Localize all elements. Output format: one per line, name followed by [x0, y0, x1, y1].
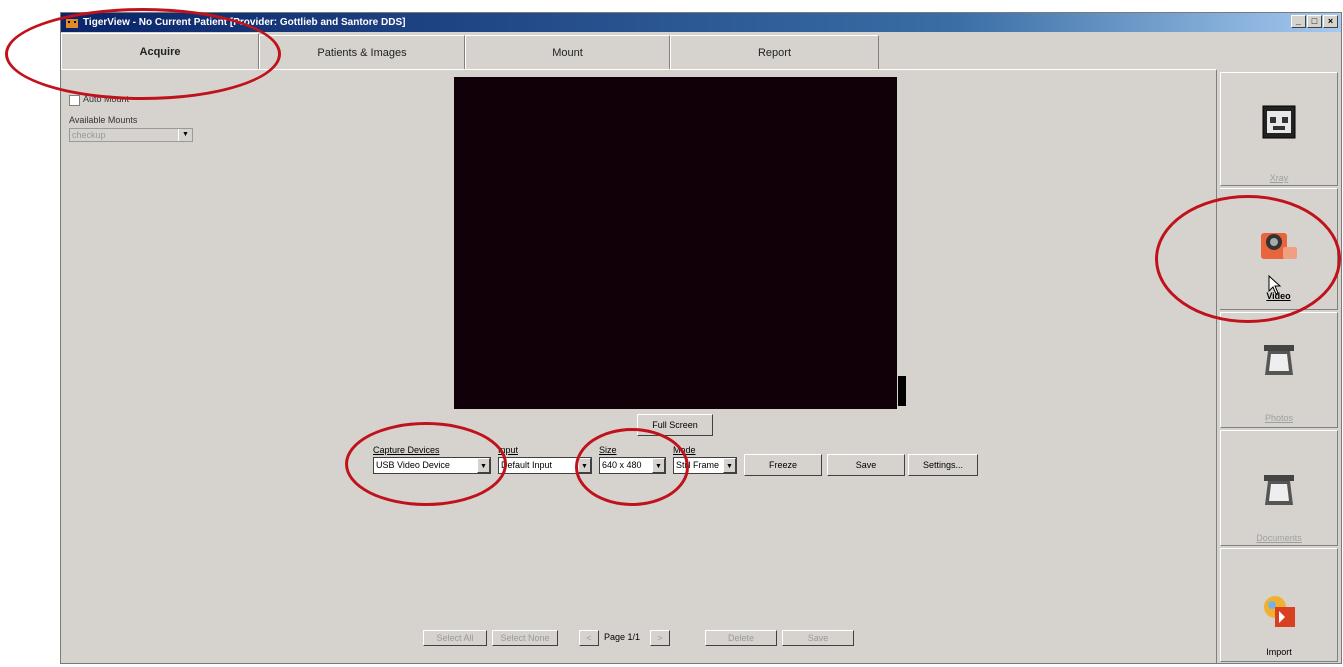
sidebar-item-xray-label: Xray: [1269, 173, 1289, 183]
pager-save-button[interactable]: Save: [782, 630, 854, 646]
video-preview: [454, 77, 897, 409]
available-mounts-label: Available Mounts: [69, 115, 138, 125]
minimize-button[interactable]: _: [1291, 15, 1306, 28]
capture-devices-select[interactable]: USB Video Device ▼: [373, 457, 491, 474]
prev-page-button[interactable]: <: [579, 630, 599, 646]
chevron-down-icon: ▼: [178, 129, 192, 141]
chevron-down-icon: ▼: [477, 458, 490, 473]
mode-select[interactable]: Still Frame ▼: [673, 457, 737, 474]
sidebar-item-documents[interactable]: Documents: [1220, 430, 1338, 546]
chevron-down-icon: ▼: [652, 458, 665, 473]
size-value: 640 x 480: [602, 460, 642, 470]
main-tabs: Acquire Patients & Images Mount Report: [61, 32, 1341, 70]
input-label: Input: [498, 445, 519, 455]
maximize-button[interactable]: □: [1307, 15, 1322, 28]
freeze-button[interactable]: Freeze: [744, 454, 822, 476]
tab-mount[interactable]: Mount: [465, 35, 670, 69]
available-mounts-select[interactable]: checkup ▼: [69, 128, 193, 142]
xray-film-icon: [1262, 105, 1296, 139]
mode-value: Still Frame: [676, 460, 720, 470]
auto-mount-label: Auto Mount: [83, 94, 130, 104]
input-select[interactable]: Default Input ▼: [498, 457, 592, 474]
size-label: Size: [599, 445, 617, 455]
mouse-cursor-icon: [1268, 275, 1282, 295]
input-value: Default Input: [501, 460, 553, 470]
tab-divider: [61, 69, 1216, 70]
tab-patients-images[interactable]: Patients & Images: [259, 35, 465, 69]
tigerview-window: TigerView - No Current Patient [Provider…: [60, 12, 1342, 664]
delete-button[interactable]: Delete: [705, 630, 777, 646]
capture-devices-value: USB Video Device: [376, 460, 450, 470]
tab-acquire[interactable]: Acquire: [61, 33, 259, 70]
sidebar-item-photos-label: Photos: [1264, 413, 1294, 423]
sidebar-item-photos[interactable]: Photos: [1220, 312, 1338, 428]
sidebar-item-import[interactable]: Import: [1220, 548, 1338, 662]
preview-scroll-edge: [898, 376, 906, 406]
select-all-button[interactable]: Select All: [423, 630, 487, 646]
close-button[interactable]: ×: [1323, 15, 1338, 28]
full-screen-button[interactable]: Full Screen: [637, 414, 713, 436]
video-camera-icon: [1260, 233, 1297, 259]
chevron-down-icon: ▼: [723, 458, 736, 473]
mount-options-panel: Auto Mount Available Mounts checkup ▼: [61, 75, 201, 175]
import-icon: [1264, 596, 1295, 627]
sidebar-item-import-label: Import: [1266, 647, 1292, 657]
available-mounts-value: checkup: [72, 130, 106, 140]
size-select[interactable]: 640 x 480 ▼: [599, 457, 666, 474]
window-title: TigerView - No Current Patient [Provider…: [83, 17, 406, 28]
photo-scanner-icon: [1264, 345, 1294, 375]
select-none-button[interactable]: Select None: [492, 630, 558, 646]
save-button[interactable]: Save: [827, 454, 905, 476]
mode-label: Mode: [673, 445, 696, 455]
chevron-down-icon: ▼: [578, 458, 591, 473]
page-indicator: Page 1/1: [604, 632, 641, 642]
tab-report[interactable]: Report: [670, 35, 879, 69]
sidebar-item-documents-label: Documents: [1256, 533, 1302, 543]
acquire-source-sidebar: Xray Video Photos Documents Import: [1216, 70, 1341, 663]
auto-mount-checkbox[interactable]: [69, 95, 80, 106]
capture-devices-label: Capture Devices: [373, 445, 440, 455]
tiger-app-icon: [66, 18, 78, 28]
title-bar: TigerView - No Current Patient [Provider…: [61, 13, 1341, 32]
settings-button[interactable]: Settings...: [908, 454, 978, 476]
image-pager: Select All Select None < Page 1/1 > Dele…: [61, 630, 1216, 646]
next-page-button[interactable]: >: [650, 630, 670, 646]
document-scanner-icon: [1264, 475, 1294, 505]
sidebar-item-xray[interactable]: Xray: [1220, 72, 1338, 186]
